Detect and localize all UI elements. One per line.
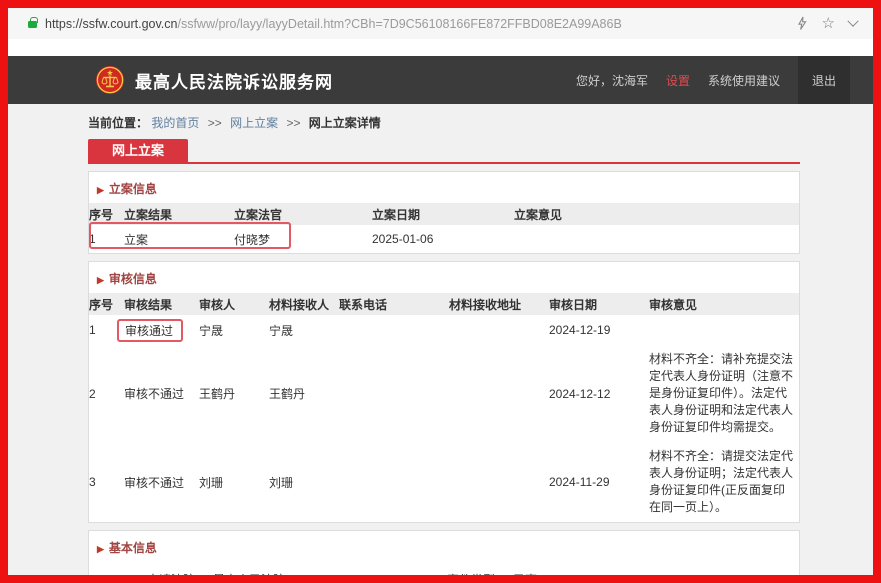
review-info-section: ▶审核信息 序号 审核结果 审核人 材料接收人 联系电话 材料接收地址 审核日期… <box>88 261 800 523</box>
review-reviewer: 王鹤丹 <box>199 345 269 442</box>
triangle-marker-icon: ▶ <box>97 275 104 285</box>
breadcrumb-prefix: 当前位置： <box>88 116 148 130</box>
filing-section-title: ▶立案信息 <box>89 172 799 203</box>
review-table: 序号 审核结果 审核人 材料接收人 联系电话 材料接收地址 审核日期 审核意见 … <box>89 293 799 522</box>
url-text[interactable]: https://ssfw.court.gov.cn/ssfww/pro/layy… <box>45 17 796 31</box>
site-title: 最高人民法院诉讼服务网 <box>135 68 333 93</box>
filing-seq: 1 <box>89 225 124 253</box>
review-receiver: 王鹤丹 <box>269 345 339 442</box>
browser-address-bar[interactable]: https://ssfw.court.gov.cn/ssfww/pro/layy… <box>8 8 873 39</box>
filing-date: 2025-01-06 <box>372 225 514 253</box>
tab-online-filing[interactable]: 网上立案 <box>88 139 188 162</box>
filing-info-section: ▶立案信息 序号 立案结果 立案法官 立案日期 立案意见 1 立案 <box>88 171 800 254</box>
court-emblem-logo-icon <box>95 65 125 95</box>
filing-table: 序号 立案结果 立案法官 立案日期 立案意见 1 立案 付晓梦 2025-01-… <box>89 203 799 253</box>
review-reviewer: 刘珊 <box>199 442 269 522</box>
review-reviewer: 宁晟 <box>199 315 269 345</box>
ssl-lock-icon <box>28 21 37 28</box>
url-domain: https://ssfw.court.gov.cn <box>45 17 177 31</box>
filing-table-header: 序号 立案结果 立案法官 立案日期 立案意见 <box>89 203 799 225</box>
review-date: 2024-11-29 <box>549 442 649 522</box>
review-opinion: 材料不齐全：请提交法定代表人身份证明；法定代表人身份证复印件(正反面复印在同一页… <box>649 442 799 522</box>
review-address <box>449 345 549 442</box>
review-section-title: ▶审核信息 <box>89 262 799 293</box>
filing-judge: 付晓梦 <box>234 225 372 253</box>
annotation-rect-review-pass: 审核通过 <box>117 319 183 342</box>
review-receiver: 刘珊 <box>269 442 339 522</box>
review-result: 审核通过 <box>124 315 199 345</box>
triangle-marker-icon: ▶ <box>97 544 104 554</box>
breadcrumb-parent-link[interactable]: 网上立案 <box>230 116 278 130</box>
review-seq: 2 <box>89 345 124 442</box>
settings-link[interactable]: 设置 <box>666 72 690 89</box>
review-table-header: 序号 审核结果 审核人 材料接收人 联系电话 材料接收地址 审核日期 审核意见 <box>89 293 799 315</box>
review-address <box>449 442 549 522</box>
basic-info-row: 申请法院： 最高人民法院 案件类型： 民事 <box>89 562 799 583</box>
breadcrumb-current: 网上立案详情 <box>309 116 381 130</box>
breadcrumb-home-link[interactable]: 我的首页 <box>151 116 199 130</box>
review-address <box>449 315 549 345</box>
page-body: 当前位置： 我的首页 >> 网上立案 >> 网上立案详情 网上立案 ▶立案信息 … <box>8 104 873 583</box>
browser-gap <box>8 39 873 56</box>
review-seq: 3 <box>89 442 124 522</box>
site-header: 最高人民法院诉讼服务网 您好，沈海军 设置 系统使用建议 退出 <box>8 56 873 104</box>
review-opinion <box>649 315 799 345</box>
field-value: 最高人民法院 <box>213 571 285 583</box>
review-result: 审核不通过 <box>124 345 199 442</box>
logout-button[interactable]: 退出 <box>798 56 850 104</box>
filing-result: 立案 <box>124 225 234 253</box>
breadcrumb-separator: >> <box>286 116 300 130</box>
review-table-row: 3 审核不通过 刘珊 刘珊 2024-11-29 材料不齐全：请提交法定代表人身… <box>89 442 799 522</box>
review-phone <box>339 345 449 442</box>
review-phone <box>339 442 449 522</box>
basic-info-section: ▶基本信息 申请法院：最高人民法院 案件类型：民事 是否知识产权：是 是否环资：… <box>88 530 800 583</box>
url-path: /ssfww/pro/layy/layyDetail.htm?CBh=7D9C5… <box>177 17 621 31</box>
breadcrumb-separator: >> <box>208 116 222 130</box>
field-label: 申请法院： <box>89 571 207 583</box>
field-label: 案件类型： <box>389 571 507 583</box>
review-table-row: 2 审核不通过 王鹤丹 王鹤丹 2024-12-12 材料不齐全：请补充提交法定… <box>89 345 799 442</box>
feedback-link[interactable]: 系统使用建议 <box>708 72 780 89</box>
field-value: 民事 <box>513 571 537 583</box>
chevron-down-icon[interactable] <box>847 15 858 26</box>
filing-table-row: 1 立案 付晓梦 2025-01-06 <box>89 225 799 253</box>
triangle-marker-icon: ▶ <box>97 185 104 195</box>
flash-icon[interactable] <box>796 16 808 31</box>
review-receiver: 宁晟 <box>269 315 339 345</box>
review-date: 2024-12-19 <box>549 315 649 345</box>
user-greeting: 您好，沈海军 <box>576 72 648 89</box>
review-opinion: 材料不齐全：请补充提交法定代表人身份证明（注意不是身份证复印件）。法定代表人身份… <box>649 345 799 442</box>
filing-opinion <box>514 225 799 253</box>
review-result: 审核不通过 <box>124 442 199 522</box>
review-table-row: 1 审核通过 宁晟 宁晟 2024-12-19 <box>89 315 799 345</box>
review-date: 2024-12-12 <box>549 345 649 442</box>
tab-bar: 网上立案 <box>88 139 800 164</box>
review-phone <box>339 315 449 345</box>
basic-section-title: ▶基本信息 <box>89 531 799 562</box>
bookmark-star-icon[interactable]: ☆ <box>822 16 835 31</box>
breadcrumb: 当前位置： 我的首页 >> 网上立案 >> 网上立案详情 <box>88 104 800 139</box>
annotated-screenshot-frame: https://ssfw.court.gov.cn/ssfww/pro/layy… <box>0 0 881 583</box>
